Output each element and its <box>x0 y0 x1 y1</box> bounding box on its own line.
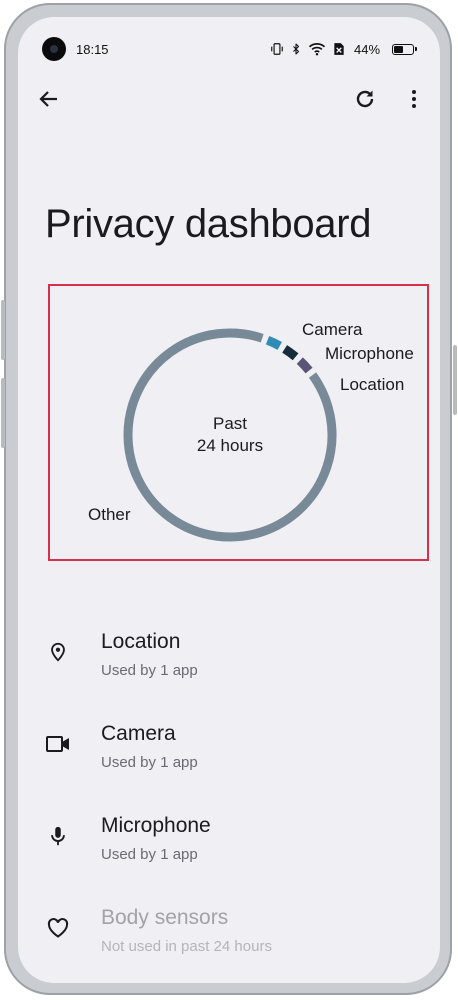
permission-list: Location Used by 1 app Camera Used by 1 … <box>18 607 440 975</box>
status-icons: 44% <box>270 40 418 58</box>
heart-icon <box>44 914 72 942</box>
list-item-subtitle: Used by 1 app <box>101 754 198 771</box>
battery-percent: 44% <box>354 41 381 57</box>
videocam-icon <box>44 730 72 758</box>
back-button[interactable] <box>33 83 65 115</box>
list-item-subtitle: Used by 1 app <box>101 662 198 679</box>
list-item-title: Location <box>101 630 181 653</box>
list-item-title: Microphone <box>101 814 211 837</box>
chart-label-other: Other <box>88 505 131 524</box>
chart-center-label: Past 24 hours <box>170 413 290 457</box>
refresh-button[interactable] <box>349 83 381 115</box>
status-time: 18:15 <box>76 42 109 57</box>
list-item-camera[interactable]: Camera Used by 1 app <box>18 699 440 791</box>
chart-label-microphone: Microphone <box>325 344 414 363</box>
no-sim-icon <box>334 43 344 55</box>
wifi-icon <box>308 43 326 56</box>
list-item-title: Camera <box>101 722 176 745</box>
volume-button <box>1 300 5 360</box>
bluetooth-icon <box>293 43 300 55</box>
chart-center-line-2: 24 hours <box>196 436 264 455</box>
chart-label-camera: Camera <box>302 320 363 339</box>
usage-chart[interactable]: Past 24 hours Camera Microphone Location… <box>48 284 429 561</box>
refresh-icon <box>356 90 374 108</box>
vibrate-icon <box>271 43 283 55</box>
donut-slice-camera <box>265 335 282 350</box>
volume-button-lower <box>1 378 5 448</box>
list-item-subtitle: Not used in past 24 hours <box>101 938 272 955</box>
donut-slice-microphone <box>282 345 299 361</box>
donut-slice-location <box>296 357 313 374</box>
chart-center-line-1: Past <box>212 414 248 433</box>
list-item-body-sensors[interactable]: Body sensors Not used in past 24 hours <box>18 883 440 975</box>
list-item-microphone[interactable]: Microphone Used by 1 app <box>18 791 440 883</box>
list-item-location[interactable]: Location Used by 1 app <box>18 607 440 699</box>
more-vert-icon <box>412 90 416 108</box>
list-item-subtitle: Used by 1 app <box>101 846 198 863</box>
chart-label-location: Location <box>340 375 405 394</box>
battery-icon <box>392 43 418 55</box>
front-camera <box>42 37 66 61</box>
page-title: Privacy dashboard <box>45 202 372 246</box>
screen: 18:15 44% Privacy dashboard Past 24 hour… <box>18 17 440 983</box>
power-button <box>453 345 457 415</box>
list-item-title: Body sensors <box>101 906 229 929</box>
arrow-back-icon <box>39 91 57 107</box>
microphone-icon <box>44 822 72 850</box>
location-pin-icon <box>44 638 72 666</box>
more-options-button[interactable] <box>398 83 430 115</box>
